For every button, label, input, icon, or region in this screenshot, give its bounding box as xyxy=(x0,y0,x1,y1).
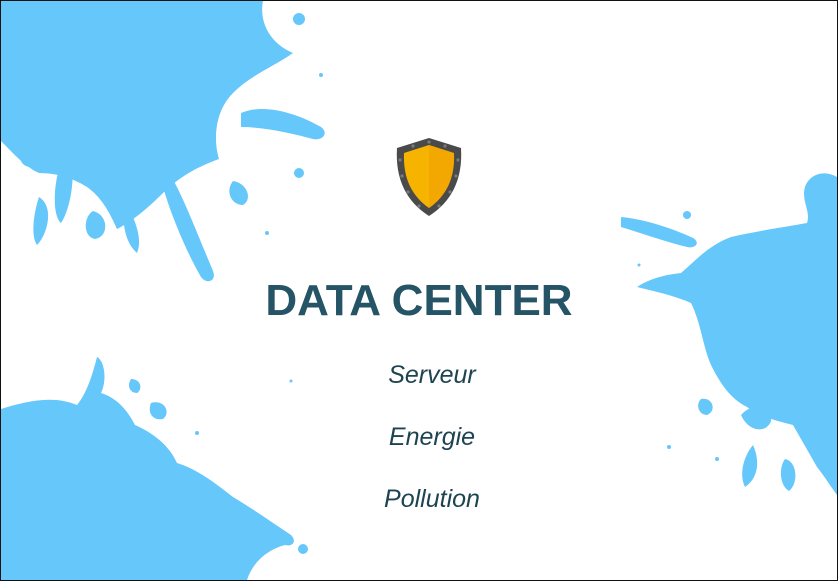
slide: DATA CENTER Serveur Energie Pollution xyxy=(0,0,838,581)
slide-title: DATA CENTER xyxy=(265,276,573,325)
list-item-serveur: Serveur xyxy=(388,361,476,389)
list-item-pollution: Pollution xyxy=(384,485,480,513)
shield-icon xyxy=(396,138,462,216)
list-item-energie: Energie xyxy=(388,423,476,451)
